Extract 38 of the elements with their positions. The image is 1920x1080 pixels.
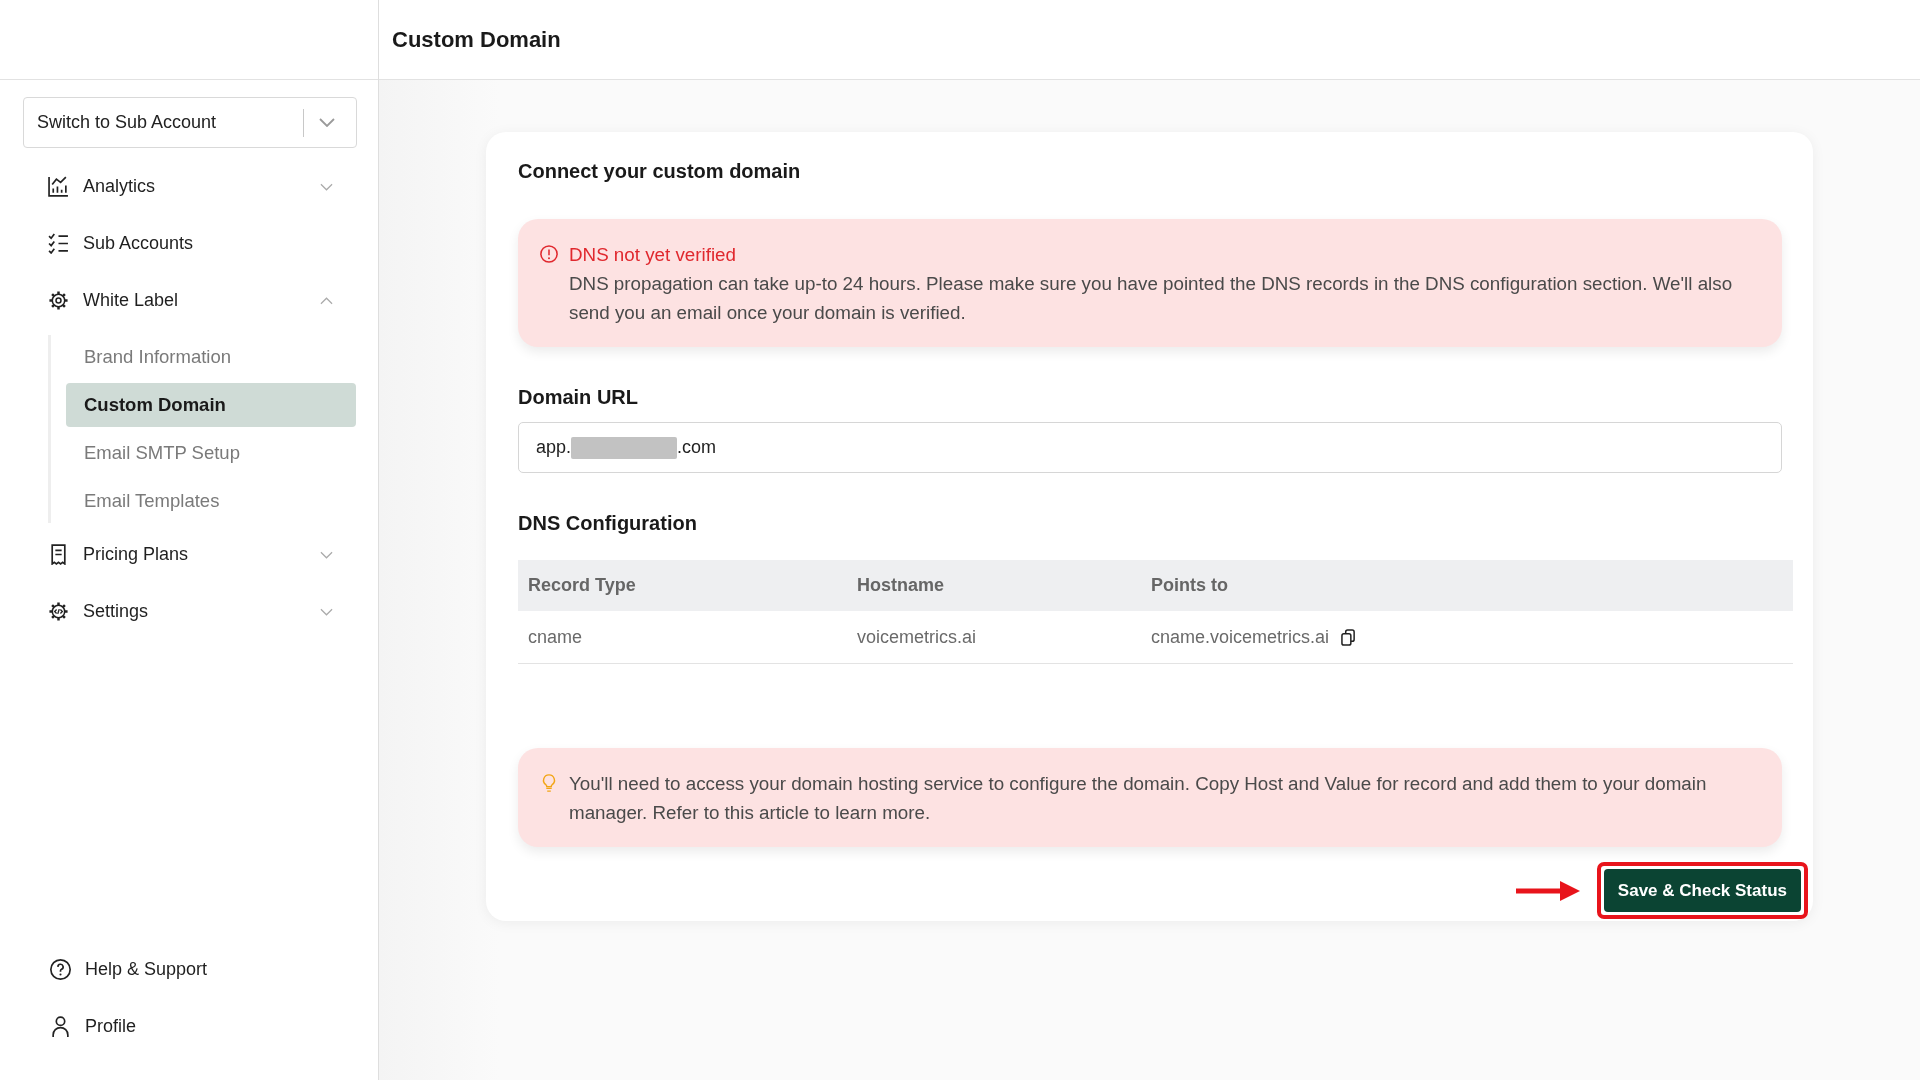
page-title: Custom Domain (392, 26, 561, 53)
alert-text: You'll need to access your domain hosting service to configure the domain. Copy Host and Value for record and add them to your domain manager. Refer to this article to learn more. (569, 772, 1708, 825)
sidebar-item[interactable]: Settings (36, 583, 356, 640)
alert-title: DNS not yet verified (569, 243, 737, 267)
column-header: Hostname (847, 560, 1141, 611)
section-title: DNS Configuration (518, 511, 698, 535)
table-cell: cname.voicemetrics.ai (1151, 626, 1330, 647)
error-icon (540, 245, 558, 263)
sidebar-subitem[interactable]: Brand Information (66, 335, 356, 379)
card-title: Connect your custom domain (518, 159, 802, 183)
field-label: Domain URL (518, 385, 639, 409)
chevron-down-icon (319, 118, 335, 127)
sidebar-item[interactable]: White Label (36, 272, 356, 329)
save-button[interactable]: Save & Check Status (1603, 869, 1801, 912)
sidebar-item[interactable]: Pricing Plans (36, 526, 356, 583)
settings-icon (48, 601, 69, 622)
help-icon (50, 959, 71, 980)
sidebar-subitem[interactable]: Email SMTP Setup (66, 431, 356, 475)
bar-chart-icon (48, 176, 69, 197)
receipt-icon (48, 544, 69, 565)
lightbulb-icon (540, 774, 558, 792)
sidebar-item[interactable]: Sub Accounts (36, 215, 356, 272)
table-cell: cname (528, 626, 583, 647)
alert-text: DNS propagation can take up-to 24 hours. Please make sure you have pointed the DNS records in the DNS configuration section. We'll also send you an email once your domain is verified. (569, 272, 1734, 325)
person-icon (50, 1016, 71, 1037)
sidebar-item[interactable]: Analytics (36, 158, 356, 215)
sidebar-subitem[interactable]: Custom Domain (66, 383, 356, 427)
column-header: Points to (1141, 560, 1793, 611)
copy-icon[interactable] (1341, 628, 1357, 646)
gear-icon (48, 290, 69, 311)
domain-url-field[interactable]: app. .com (518, 422, 1782, 473)
sidebar-item[interactable]: Help & Support (36, 941, 356, 998)
sidebar-subitem[interactable]: Email Templates (66, 479, 356, 523)
sub-account-select[interactable]: Switch to Sub Account (23, 97, 357, 148)
column-header: Record Type (518, 560, 847, 611)
sidebar-item[interactable]: Profile (36, 998, 356, 1055)
table-cell: voicemetrics.ai (857, 626, 977, 647)
checklist-icon (48, 233, 69, 254)
